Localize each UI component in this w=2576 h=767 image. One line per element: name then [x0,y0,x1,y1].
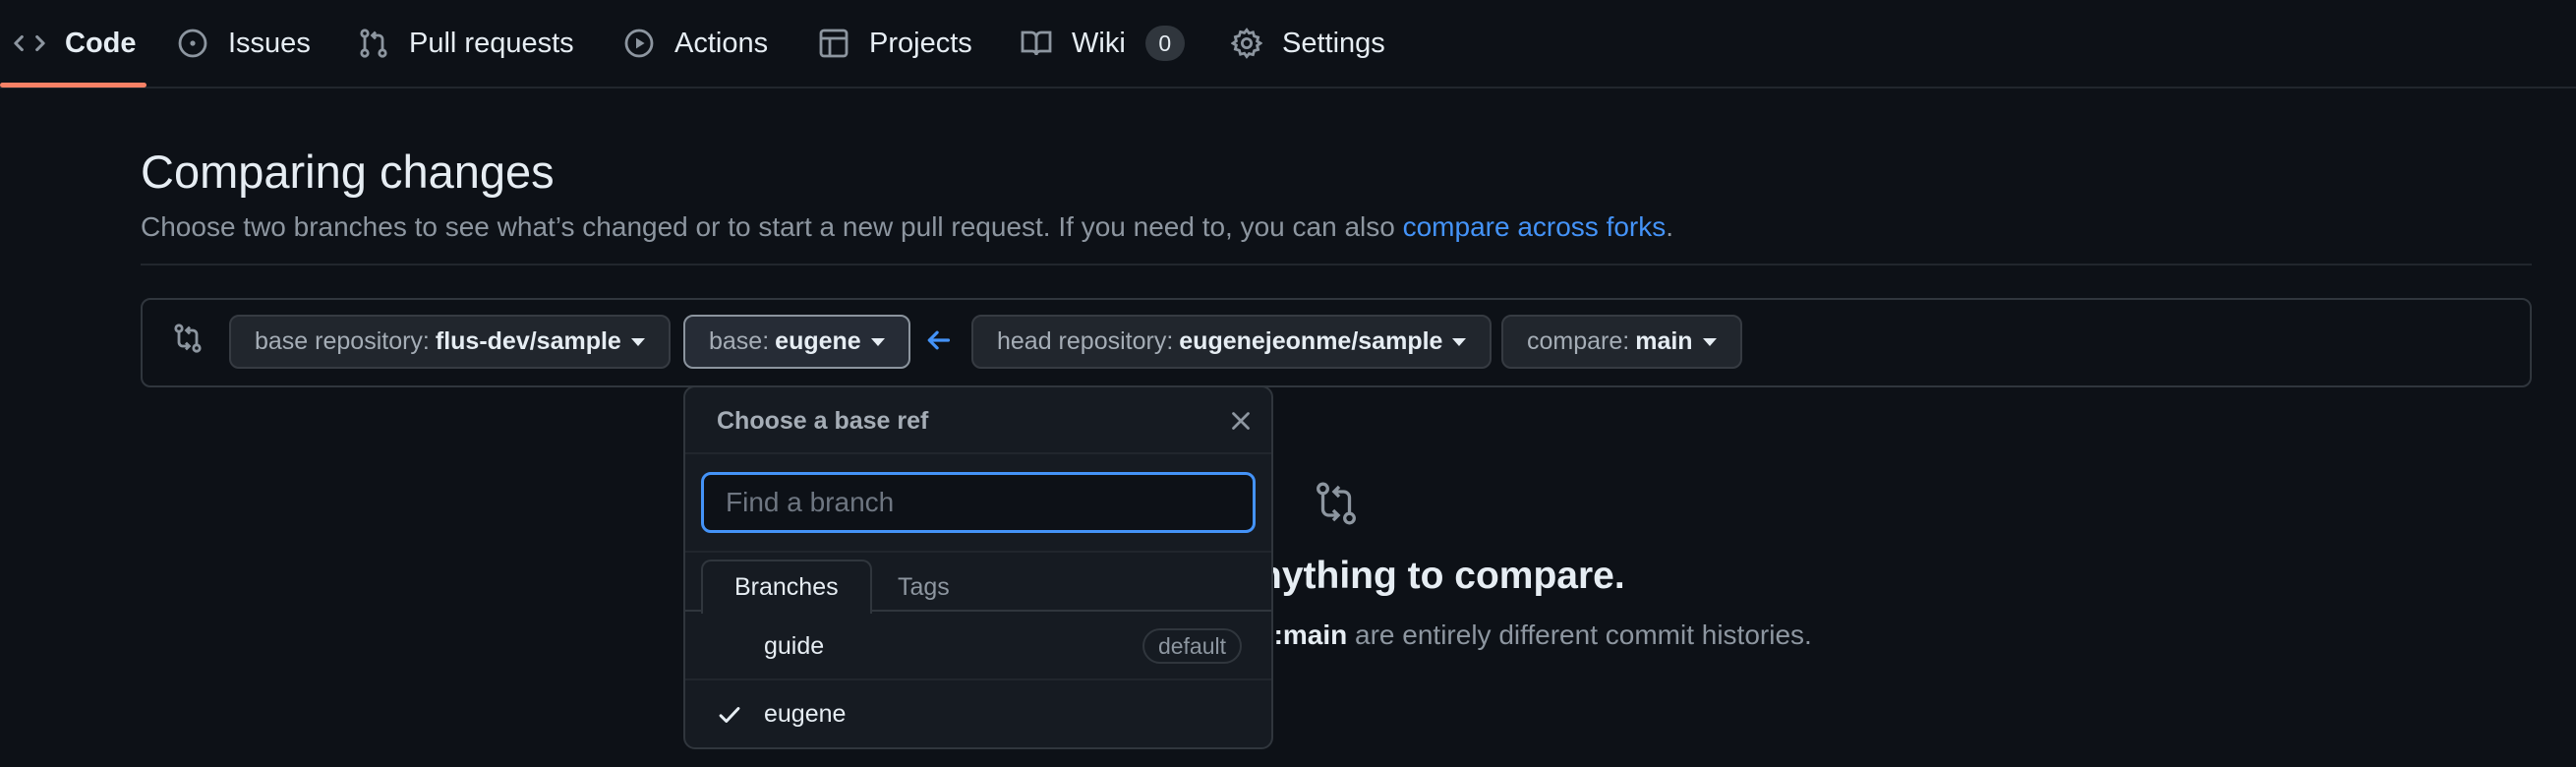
issue-opened-icon [178,29,207,58]
compare-branch-select[interactable]: compare: main [1501,315,1742,369]
head-repository-value: eugenejeonme/sample [1179,327,1443,355]
tab-wiki-label: Wiki [1072,27,1126,59]
base-branch-label: base: [709,327,770,355]
git-compare-blankslate-icon [1317,482,1356,525]
book-icon [1021,30,1052,56]
tab-pull-requests-label: Pull requests [409,27,574,59]
tab-pull-requests[interactable]: Pull requests [358,0,574,87]
ref-tabs: Branches Tags [685,553,1271,614]
chevron-down-icon [630,337,645,346]
header-divider [141,264,2532,266]
find-branch-input[interactable] [701,472,1256,533]
compare-across-forks-link[interactable]: compare across forks [1403,211,1667,242]
compare-branch-label: compare: [1527,327,1630,355]
tab-code-label: Code [65,27,137,59]
tab-actions[interactable]: Actions [623,0,768,87]
chevron-down-icon [1702,337,1717,346]
selected-tab-underline [0,83,146,88]
popover-title: Choose a base ref [717,407,929,435]
popover-header: Choose a base ref [685,387,1271,454]
popover-filter [685,454,1271,553]
play-icon [624,29,654,58]
branch-item-guide[interactable]: guide default [685,614,1271,680]
tab-settings-label: Settings [1282,27,1385,59]
branch-name: guide [764,631,825,660]
tab-issues-label: Issues [228,27,311,59]
base-repository-label: base repository: [255,327,430,355]
chevron-down-icon [870,337,885,346]
compare-branch-value: main [1635,327,1693,355]
check-icon [719,707,740,723]
page-title: Comparing changes [141,146,555,198]
wiki-counter: 0 [1144,26,1185,61]
tab-code[interactable]: Code [14,0,137,87]
tab-actions-label: Actions [674,27,769,59]
repo-nav: Code Issues Pull requests Actions Projec… [0,0,2576,88]
tab-tags[interactable]: Tags [864,560,983,614]
page-description-end: . [1666,211,1674,242]
branch-item-eugene[interactable]: eugene [685,680,1271,747]
blankslate-description: e:main are entirely different commit his… [1259,620,1812,651]
page-description: Choose two branches to see what’s change… [141,211,1673,243]
git-pull-request-icon [360,29,387,58]
base-branch-select[interactable]: base: eugene [683,315,910,369]
close-icon[interactable] [1229,409,1253,433]
tab-projects-label: Projects [869,27,972,59]
gear-icon [1231,28,1262,59]
head-repository-label: head repository: [997,327,1174,355]
base-repository-value: flus-dev/sample [435,327,621,355]
git-compare-icon [174,324,202,353]
page-description-text: Choose two branches to see what’s change… [141,211,1403,242]
chevron-down-icon [1452,337,1467,346]
base-branch-value: eugene [775,327,861,355]
tab-projects[interactable]: Projects [818,0,972,87]
tab-wiki[interactable]: Wiki 0 [1021,0,1185,87]
branch-name: eugene [764,699,847,728]
arrow-left-icon [927,330,951,350]
blankslate-description-text: are entirely different commit histories. [1347,620,1812,650]
blankslate-title: nything to compare. [1259,555,1625,597]
table-icon [819,29,849,58]
default-badge: default [1142,628,1242,664]
head-repository-select[interactable]: head repository: eugenejeonme/sample [971,315,1493,369]
tab-settings[interactable]: Settings [1231,0,1385,87]
code-icon [14,34,45,52]
tab-issues[interactable]: Issues [177,0,311,87]
base-repository-select[interactable]: base repository: flus-dev/sample [229,315,671,369]
choose-base-ref-popover: Choose a base ref Branches Tags guide de… [683,385,1273,749]
tab-branches[interactable]: Branches [701,560,872,614]
